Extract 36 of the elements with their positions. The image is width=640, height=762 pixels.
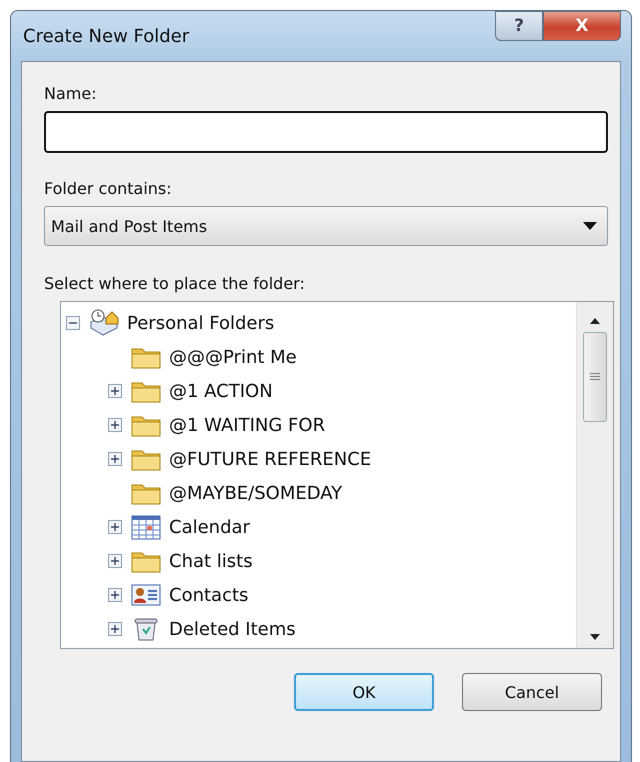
scroll-thumb[interactable] — [583, 332, 607, 422]
expand-icon[interactable] — [108, 418, 122, 432]
tree-item[interactable]: Deleted Items — [165, 618, 296, 640]
field-label: Select where to place the folder: — [44, 274, 306, 293]
help-button[interactable]: ? — [495, 11, 543, 41]
collapse-icon[interactable] — [66, 316, 80, 330]
tree-item[interactable]: @1 WAITING FOR — [165, 414, 326, 436]
ok-button[interactable]: OK — [294, 673, 434, 711]
tree-item[interactable]: @MAYBE/SOMEDAY — [165, 482, 342, 504]
tree-item[interactable]: Chat lists — [165, 550, 253, 572]
contact-card-icon — [131, 583, 161, 607]
field-label: Folder contains: — [44, 179, 173, 198]
cancel-button[interactable]: Cancel — [462, 673, 602, 711]
expand-icon[interactable] — [108, 554, 122, 568]
expand-icon[interactable] — [108, 520, 122, 534]
scroll-bar[interactable] — [576, 302, 613, 648]
calendar-icon — [131, 514, 161, 540]
caret-icon — [583, 222, 597, 230]
personal-folders-icon — [88, 308, 120, 338]
scroll-up-icon[interactable] — [590, 318, 600, 324]
name-field[interactable] — [44, 111, 608, 153]
tree-item[interactable]: Contacts — [165, 584, 248, 606]
expand-icon[interactable] — [108, 452, 122, 466]
window-title: Create New Folder — [22, 26, 190, 46]
tree-item[interactable]: @FUTURE REFERENCE — [165, 448, 372, 470]
tree-item[interactable]: @@@Print Me — [165, 346, 297, 368]
close-button[interactable]: X — [543, 11, 621, 41]
expand-icon[interactable] — [108, 384, 122, 398]
expand-icon[interactable] — [108, 588, 122, 602]
tree-item[interactable]: Personal Folders — [123, 312, 274, 334]
tree-item[interactable]: Calendar — [165, 516, 250, 538]
folder-type-dropdown[interactable]: Mail and Post Items — [44, 206, 608, 246]
expand-icon[interactable] — [108, 622, 122, 636]
field-label: Name: — [44, 84, 98, 103]
tree-item[interactable]: @1 ACTION — [165, 380, 273, 402]
scroll-down-icon[interactable] — [590, 634, 600, 640]
